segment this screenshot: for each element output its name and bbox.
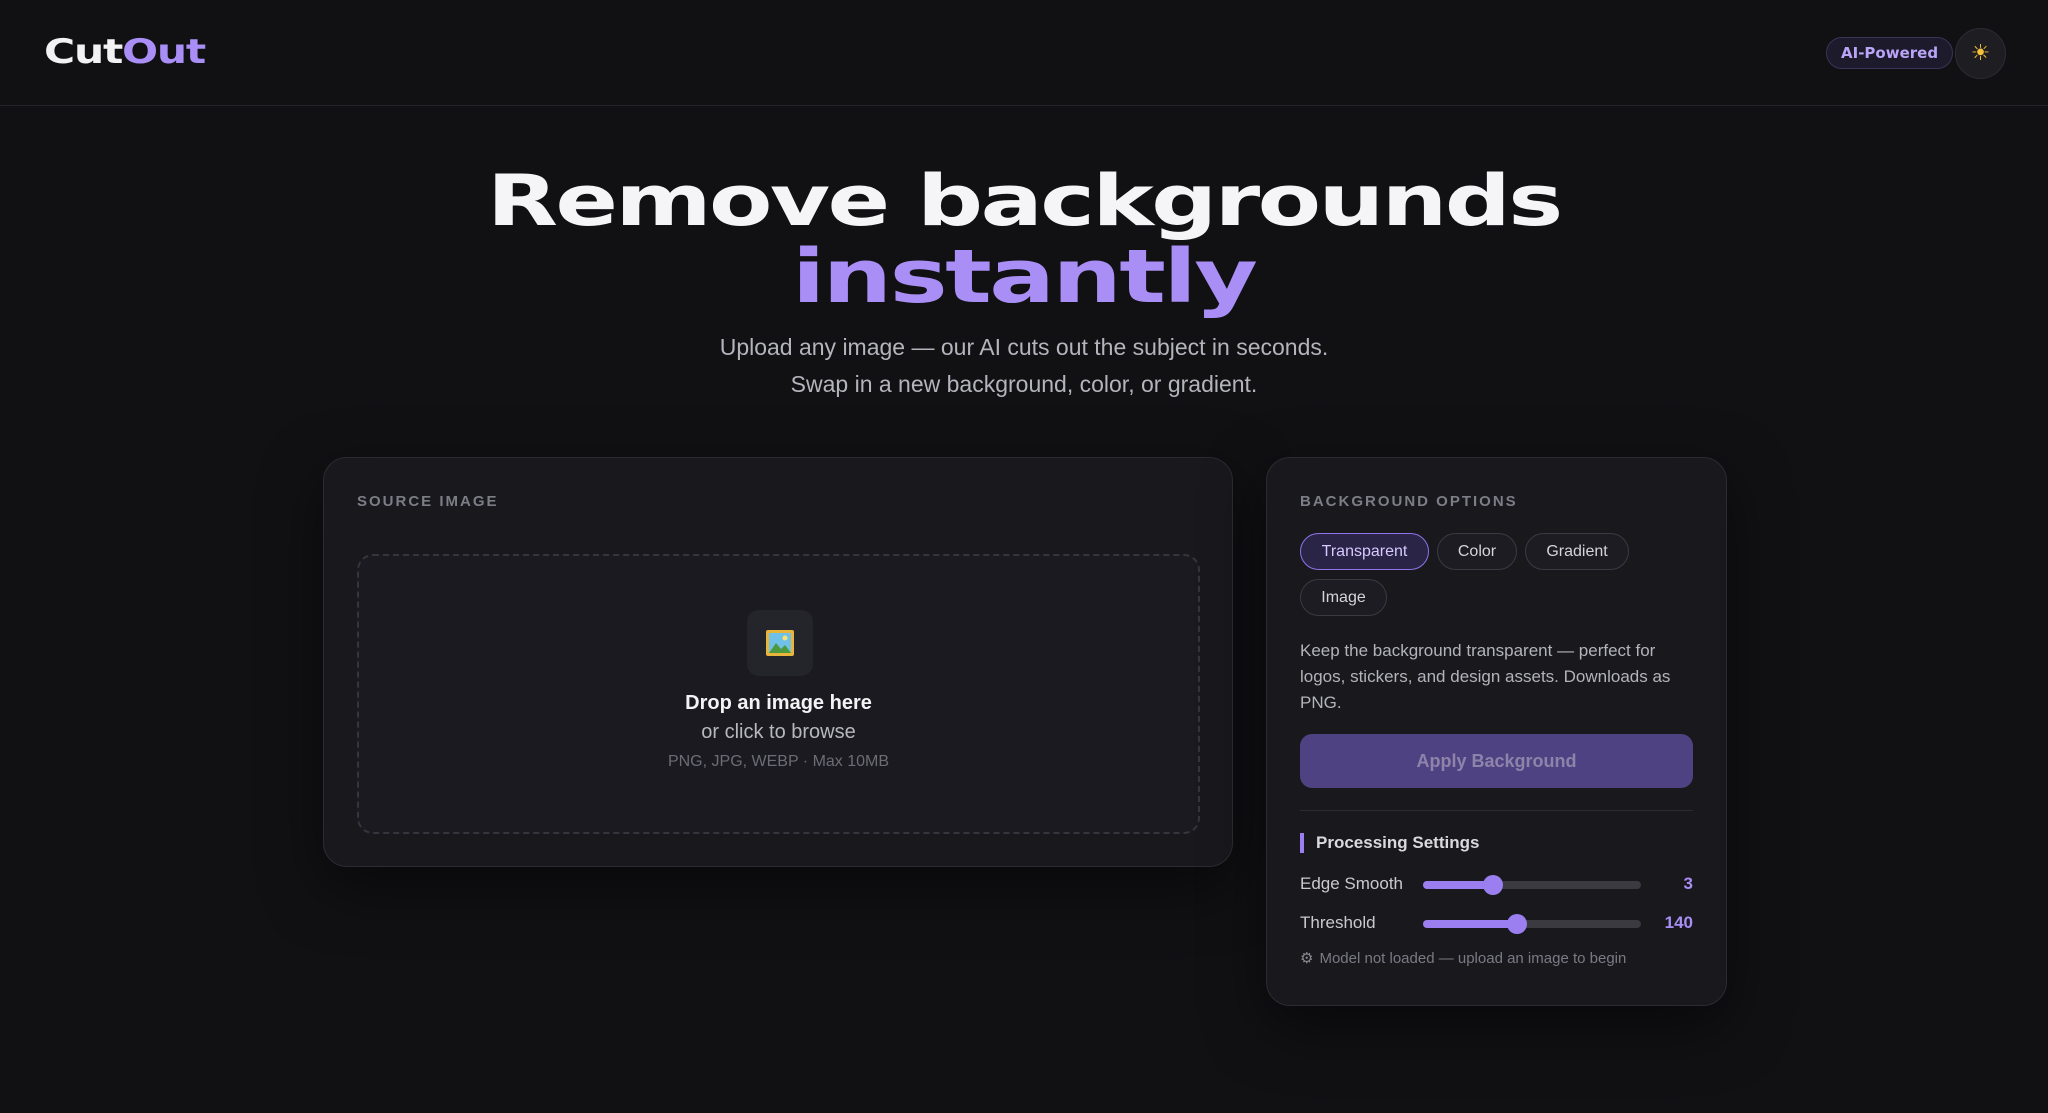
threshold-fill bbox=[1423, 920, 1517, 928]
threshold-label: Threshold bbox=[1300, 913, 1376, 932]
background-options-label: BACKGROUND OPTIONS bbox=[1300, 493, 1518, 510]
edge-smooth-thumb[interactable] bbox=[1482, 875, 1503, 895]
hero-subtitle-line1: Upload any image — our AI cuts out the s… bbox=[719, 334, 1329, 360]
hero-title-line2: instantly bbox=[792, 234, 1258, 320]
hero-subtitle-line2: Swap in a new background, color, or grad… bbox=[790, 371, 1258, 397]
drop-title: Drop an image here bbox=[685, 692, 872, 714]
file-format-hint: PNG, JPG, WEBP · Max 10MB bbox=[667, 753, 890, 770]
ai-powered-badge: AI-Powered bbox=[1826, 37, 1954, 69]
threshold-slider[interactable] bbox=[1423, 914, 1641, 934]
model-status-text: Model not loaded — upload an image to be… bbox=[1319, 950, 1627, 967]
logo-text-cut: Cut bbox=[44, 32, 123, 72]
edge-smooth-row: Edge Smooth 3 bbox=[1300, 872, 1693, 896]
sun-icon: ☀ bbox=[1970, 41, 1991, 66]
image-dropzone[interactable]: Drop an image here or click to browse PN… bbox=[357, 554, 1200, 834]
threshold-value: 140 bbox=[1664, 913, 1693, 932]
chip-image[interactable]: Image bbox=[1300, 579, 1387, 616]
edge-smooth-label: Edge Smooth bbox=[1300, 874, 1404, 893]
divider bbox=[1300, 810, 1693, 811]
threshold-row: Threshold 140 bbox=[1300, 911, 1693, 935]
source-image-label: SOURCE IMAGE bbox=[357, 493, 499, 510]
gear-icon: ⚙ bbox=[1300, 950, 1314, 967]
picture-icon bbox=[747, 610, 813, 676]
browse-link[interactable]: or click to browse bbox=[359, 721, 1198, 744]
chip-gradient[interactable]: Gradient bbox=[1525, 533, 1629, 570]
header: CutOut AI-Powered ☀ bbox=[0, 0, 2048, 106]
source-image-card: SOURCE IMAGE Drop an image here or click… bbox=[323, 457, 1233, 867]
edge-smooth-value: 3 bbox=[1683, 874, 1693, 893]
chip-color[interactable]: Color bbox=[1437, 533, 1517, 570]
logo[interactable]: CutOut bbox=[44, 32, 206, 72]
processing-settings-title: Processing Settings bbox=[1300, 833, 1479, 853]
background-options-card: BACKGROUND OPTIONS Transparent Color Gra… bbox=[1266, 457, 1727, 1006]
chip-transparent[interactable]: Transparent bbox=[1300, 533, 1429, 570]
model-status: ⚙ Model not loaded — upload an image to b… bbox=[1300, 949, 1626, 967]
threshold-thumb[interactable] bbox=[1506, 914, 1527, 934]
theme-toggle-button[interactable]: ☀ bbox=[1955, 28, 2006, 79]
edge-smooth-slider[interactable] bbox=[1423, 875, 1641, 895]
option-description: Keep the background transparent — perfec… bbox=[1300, 641, 1671, 712]
apply-background-button[interactable]: Apply Background bbox=[1300, 734, 1693, 788]
hero-title-line1: Remove backgrounds bbox=[487, 160, 1563, 242]
logo-text-out: Out bbox=[122, 32, 206, 72]
